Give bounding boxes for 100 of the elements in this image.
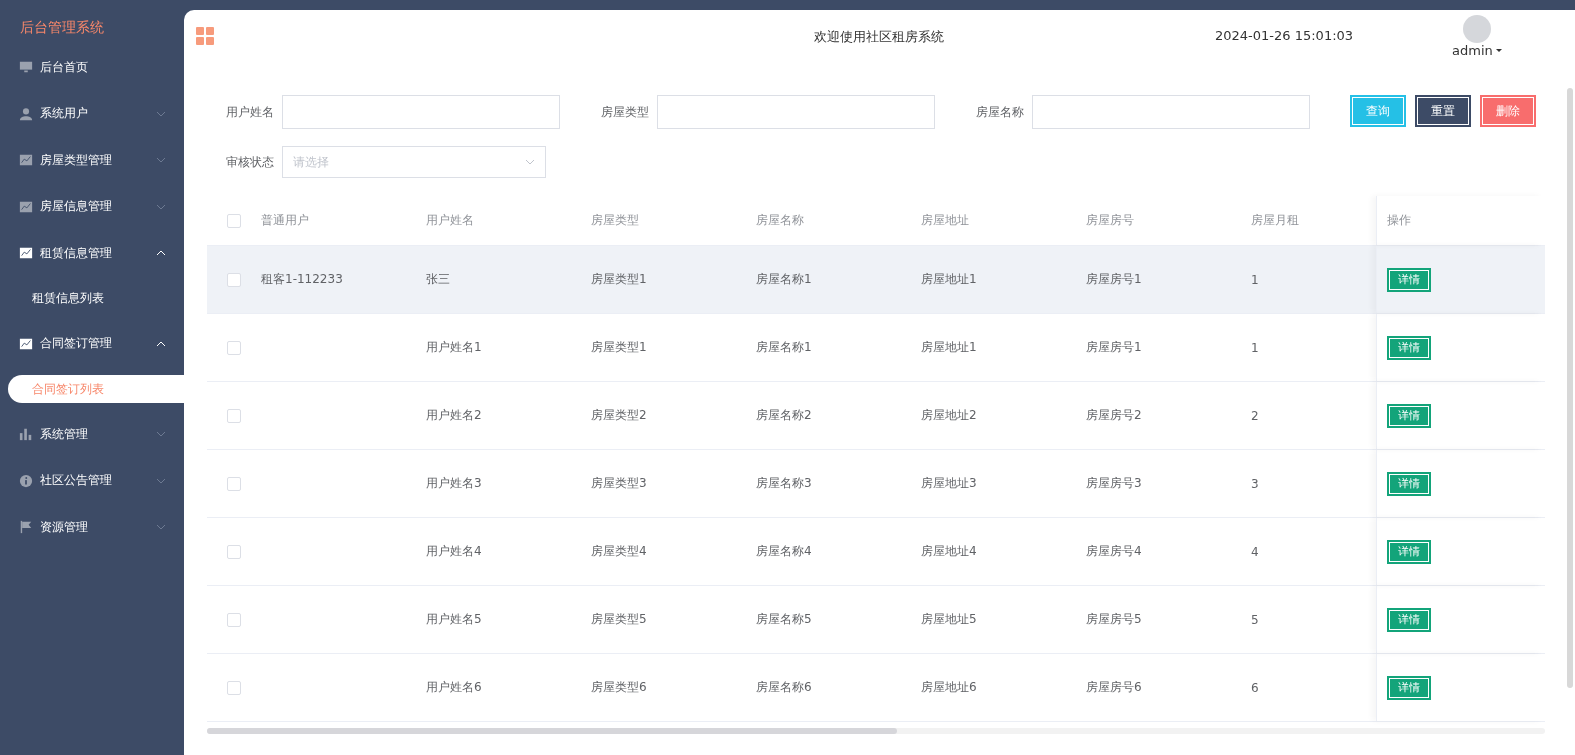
filter-label: 用户姓名	[225, 103, 275, 121]
filter-label: 审核状态	[225, 153, 275, 171]
grid-menu-icon[interactable]	[196, 27, 214, 45]
sidebar-item[interactable]: 房屋信息管理	[0, 183, 184, 230]
table-row[interactable]: 用户姓名1 房屋类型1 房屋名称1 房屋地址1 房屋房号1 1 详情	[207, 314, 1545, 382]
table-cell: 房屋房号4	[1086, 543, 1142, 560]
table-cell: 房屋房号2	[1086, 407, 1142, 424]
caret-down-icon	[156, 477, 166, 484]
table-cell: 房屋地址4	[921, 543, 977, 560]
caret-down-icon	[1495, 48, 1502, 53]
column-header: 房屋类型	[591, 212, 639, 229]
column-header: 房屋月租	[1251, 212, 1299, 229]
sidebar-item[interactable]: 系统管理	[0, 411, 184, 458]
table-cell: 6	[1251, 680, 1259, 695]
table-cell: 房屋地址6	[921, 679, 977, 696]
table-cell: 房屋地址1	[921, 339, 977, 356]
column-header: 用户姓名	[426, 212, 474, 229]
table-cell: 房屋类型2	[591, 407, 647, 424]
scrollbar-thumb[interactable]	[207, 728, 897, 734]
table-cell: 用户姓名4	[426, 543, 482, 560]
table-cell: 房屋名称5	[756, 611, 812, 628]
table-row[interactable]: 用户姓名2 房屋类型2 房屋名称2 房屋地址2 房屋房号2 2 详情	[207, 382, 1545, 450]
table-cell: 房屋类型3	[591, 475, 647, 492]
table-cell: 租客1-112233	[261, 271, 343, 288]
table-cell: 房屋名称3	[756, 475, 812, 492]
table-cell: 房屋名称6	[756, 679, 812, 696]
input-field[interactable]	[282, 95, 560, 129]
row-checkbox[interactable]	[227, 272, 241, 287]
table-cell: 房屋地址2	[921, 407, 977, 424]
bar-chart-icon	[19, 427, 33, 442]
column-header: 普通用户	[261, 212, 309, 229]
chart-icon	[19, 199, 33, 214]
caret-down-icon	[156, 157, 166, 164]
table-cell: 1	[1251, 272, 1259, 287]
sidebar-item[interactable]: 合同签订管理	[0, 320, 184, 367]
table-cell: 房屋名称1	[756, 271, 812, 288]
info-icon	[19, 473, 33, 488]
table-cell: 房屋名称2	[756, 407, 812, 424]
table-cell: 房屋地址3	[921, 475, 977, 492]
chart-icon	[19, 336, 33, 351]
sidebar-item[interactable]: 社区公告管理	[0, 457, 184, 504]
table-cell: 房屋类型1	[591, 271, 647, 288]
caret-down-icon	[156, 110, 166, 117]
table-cell: 用户姓名6	[426, 679, 482, 696]
table-cell: 房屋类型5	[591, 611, 647, 628]
input-field[interactable]	[657, 95, 935, 129]
chart-icon	[19, 246, 33, 261]
table-row[interactable]: 用户姓名5 房屋类型5 房屋名称5 房屋地址5 房屋房号5 5 详情	[207, 586, 1545, 654]
table-cell: 房屋名称4	[756, 543, 812, 560]
row-checkbox[interactable]	[227, 612, 241, 627]
table-cell: 房屋房号3	[1086, 475, 1142, 492]
column-header: 操作	[1387, 212, 1411, 229]
caret-up-icon	[156, 250, 166, 257]
sidebar-item[interactable]: 后台首页	[0, 44, 184, 91]
table-cell: 房屋名称1	[756, 339, 812, 356]
table-cell: 房屋地址1	[921, 271, 977, 288]
input-field[interactable]	[1032, 95, 1310, 129]
column-header: 房屋地址	[921, 212, 969, 229]
select-all-checkbox[interactable]	[227, 213, 241, 228]
table-cell: 房屋地址5	[921, 611, 977, 628]
sidebar-item[interactable]: 房屋类型管理	[0, 137, 184, 184]
table-row[interactable]: 用户姓名6 房屋类型6 房屋名称6 房屋地址6 房屋房号6 6 详情	[207, 654, 1545, 722]
table-cell: 2	[1251, 408, 1259, 423]
table-row[interactable]: 租客1-112233 张三 房屋类型1 房屋名称1 房屋地址1 房屋房号1 1 详情	[207, 246, 1545, 314]
row-checkbox[interactable]	[227, 408, 241, 423]
table-row[interactable]: 用户姓名3 房屋类型3 房屋名称3 房屋地址3 房屋房号3 3 详情	[207, 450, 1545, 518]
table-cell: 房屋房号1	[1086, 339, 1142, 356]
table-cell: 房屋类型1	[591, 339, 647, 356]
sidebar-item[interactable]: 资源管理	[0, 504, 184, 551]
monitor-icon	[19, 60, 33, 75]
table-cell: 用户姓名2	[426, 407, 482, 424]
table-cell: 用户姓名1	[426, 339, 482, 356]
filter-label: 房屋名称	[975, 103, 1025, 121]
chart-icon	[19, 153, 33, 168]
row-checkbox[interactable]	[227, 680, 241, 695]
caret-up-icon	[156, 340, 166, 347]
row-checkbox[interactable]	[227, 544, 241, 559]
table-cell: 用户姓名5	[426, 611, 482, 628]
sidebar-subitem[interactable]: 租赁信息列表	[0, 276, 184, 321]
caret-down-icon	[156, 203, 166, 210]
table-cell: 房屋房号5	[1086, 611, 1142, 628]
table-cell: 房屋类型6	[591, 679, 647, 696]
sidebar-item[interactable]: 系统用户	[0, 90, 184, 137]
welcome-text: 欢迎使用社区租房系统	[814, 28, 944, 46]
table-cell: 房屋房号6	[1086, 679, 1142, 696]
app-title: 后台管理系统	[19, 18, 105, 37]
table-cell: 张三	[426, 271, 450, 288]
sidebar-item[interactable]: 租赁信息管理	[0, 230, 184, 277]
reset-button[interactable]: 重置	[1415, 95, 1471, 127]
caret-down-icon	[156, 431, 166, 438]
column-header: 房屋名称	[756, 212, 804, 229]
avatar-icon[interactable]	[1462, 15, 1491, 43]
chevron-down-icon	[525, 159, 535, 165]
user-menu[interactable]: admin	[1452, 43, 1502, 58]
filter-label: 房屋类型	[600, 103, 650, 121]
date-time: 2024-01-26 15:01:03	[1215, 28, 1354, 43]
row-checkbox[interactable]	[227, 476, 241, 491]
table-row[interactable]: 用户姓名4 房屋类型4 房屋名称4 房屋地址4 房屋房号4 4 详情	[207, 518, 1545, 586]
row-checkbox[interactable]	[227, 340, 241, 355]
table-cell: 5	[1251, 612, 1259, 627]
